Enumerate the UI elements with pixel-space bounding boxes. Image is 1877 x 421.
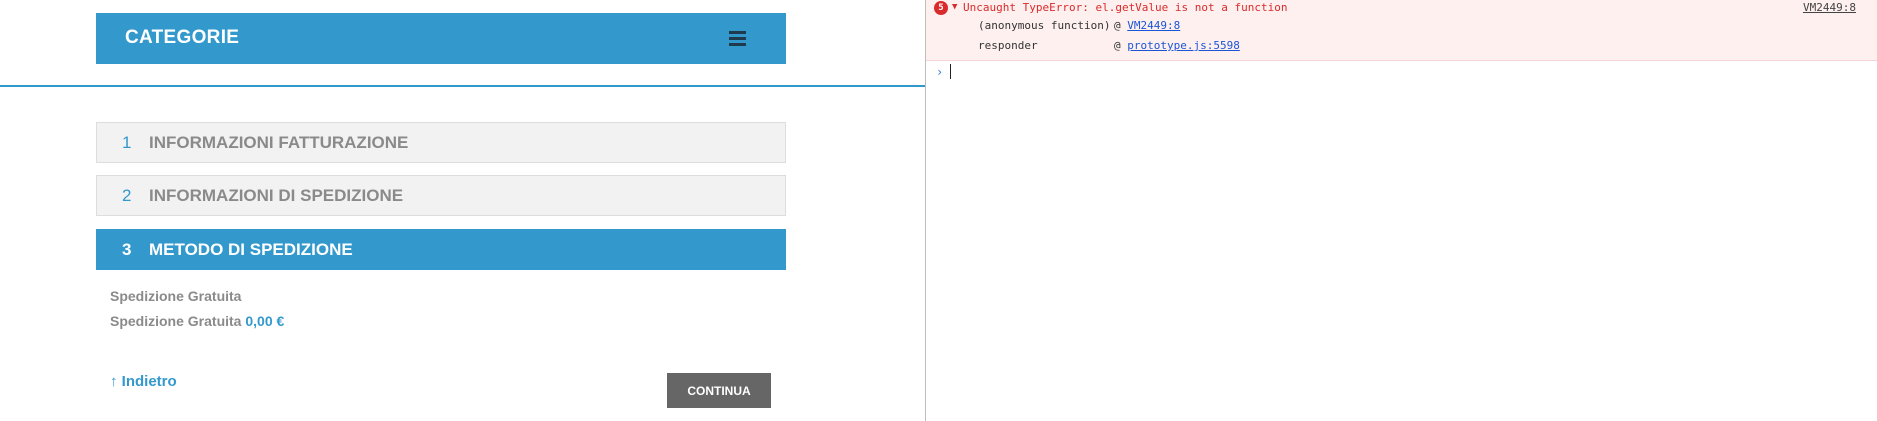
- categories-title: CATEGORIE: [125, 27, 240, 48]
- stack-frame-link[interactable]: prototype.js:5598: [1127, 39, 1240, 52]
- continue-button[interactable]: CONTINUA: [667, 373, 771, 408]
- console-input-cursor[interactable]: [950, 64, 951, 79]
- step-label: METODO DI SPEDIZIONE: [149, 240, 353, 259]
- shipping-option-price: 0,00 €: [245, 313, 285, 329]
- step-number: 2: [122, 186, 132, 205]
- step-label: INFORMAZIONI DI SPEDIZIONE: [149, 186, 404, 205]
- step-shipping-method[interactable]: 3 METODO DI SPEDIZIONE: [96, 229, 786, 270]
- shipping-option-label: Spedizione Gratuita: [110, 313, 242, 329]
- shipping-option[interactable]: Spedizione Gratuita 0,00 €: [110, 313, 284, 329]
- step-billing-info[interactable]: 1 INFORMAZIONI FATTURAZIONE: [96, 122, 786, 163]
- console-prompt-icon: ›: [936, 65, 944, 79]
- step-number: 3: [122, 240, 132, 259]
- at-symbol: @: [1114, 39, 1121, 52]
- stack-frame-location: @ VM2449:8: [1114, 19, 1180, 32]
- stack-frame-location: @ prototype.js:5598: [1114, 39, 1240, 52]
- header-divider: [0, 85, 925, 87]
- shipping-method-title: Spedizione Gratuita: [110, 288, 242, 304]
- stack-frame-function: (anonymous function): [978, 19, 1111, 32]
- console-error-entry[interactable]: 5 ▼ Uncaught TypeError: el.getValue is n…: [926, 0, 1877, 61]
- back-link[interactable]: ↑ Indietro: [110, 373, 177, 390]
- at-symbol: @: [1114, 19, 1121, 32]
- stack-frame-link[interactable]: VM2449:8: [1127, 19, 1180, 32]
- expand-triangle-icon[interactable]: ▼: [952, 2, 957, 12]
- step-label: INFORMAZIONI FATTURAZIONE: [149, 133, 409, 152]
- checkout-page: CATEGORIE 1 INFORMAZIONI FATTURAZIONE 2 …: [0, 0, 925, 421]
- error-message: Uncaught TypeError: el.getValue is not a…: [963, 1, 1288, 14]
- devtools-console: 5 ▼ Uncaught TypeError: el.getValue is n…: [926, 0, 1877, 421]
- error-count-badge: 5: [934, 1, 948, 15]
- step-number: 1: [122, 133, 132, 152]
- hamburger-menu-icon[interactable]: [729, 31, 746, 46]
- categories-header: CATEGORIE: [96, 13, 786, 64]
- step-shipping-info[interactable]: 2 INFORMAZIONI DI SPEDIZIONE: [96, 175, 786, 216]
- error-source-link[interactable]: VM2449:8: [1803, 1, 1856, 14]
- stack-frame-function: responder: [978, 39, 1038, 52]
